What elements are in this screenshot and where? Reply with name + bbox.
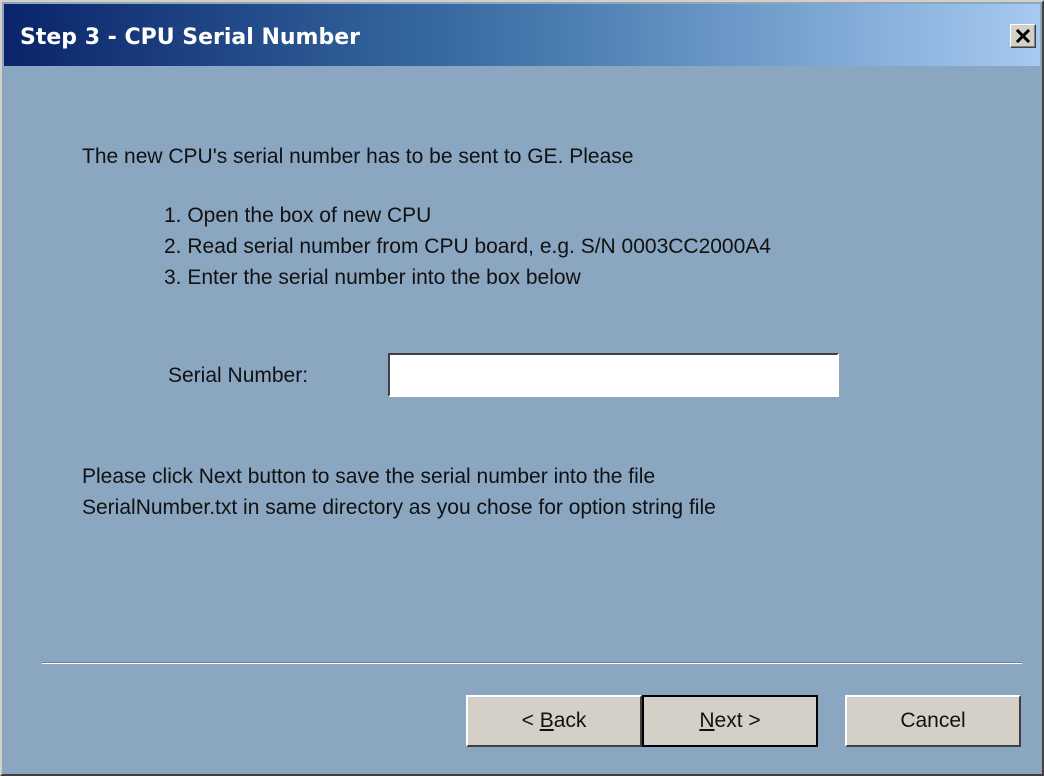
next-button[interactable]: Next > [642, 695, 818, 747]
instruction-step: 2. Read serial number from CPU board, e.… [164, 235, 771, 258]
save-note-line: Please click Next button to save the ser… [82, 465, 656, 488]
back-button[interactable]: < Back [466, 695, 642, 747]
cancel-button[interactable]: Cancel [845, 695, 1021, 747]
serial-number-label: Serial Number: [168, 364, 309, 387]
separator [42, 662, 1022, 664]
next-button-mnemonic: N [699, 709, 715, 732]
close-button[interactable] [1010, 24, 1036, 48]
instruction-step: 3. Enter the serial number into the box … [164, 266, 581, 289]
instruction-list: 1. Open the box of new CPU 2. Read seria… [164, 200, 771, 293]
intro-text: The new CPU's serial number has to be se… [82, 145, 634, 168]
serial-number-input[interactable] [388, 353, 839, 397]
instruction-step: 1. Open the box of new CPU [164, 204, 432, 227]
title-bar[interactable]: Step 3 - CPU Serial Number [4, 4, 1040, 66]
back-button-label: ack [553, 709, 587, 732]
wizard-dialog: Step 3 - CPU Serial Number The new CPU's… [0, 0, 1044, 776]
next-button-label: ext > [714, 709, 761, 732]
save-note: Please click Next button to save the ser… [82, 461, 716, 523]
back-button-prefix: < [521, 709, 540, 732]
close-icon [1016, 29, 1030, 43]
save-note-line: SerialNumber.txt in same directory as yo… [82, 496, 716, 519]
window-title: Step 3 - CPU Serial Number [20, 25, 360, 50]
back-button-mnemonic: B [539, 709, 554, 732]
